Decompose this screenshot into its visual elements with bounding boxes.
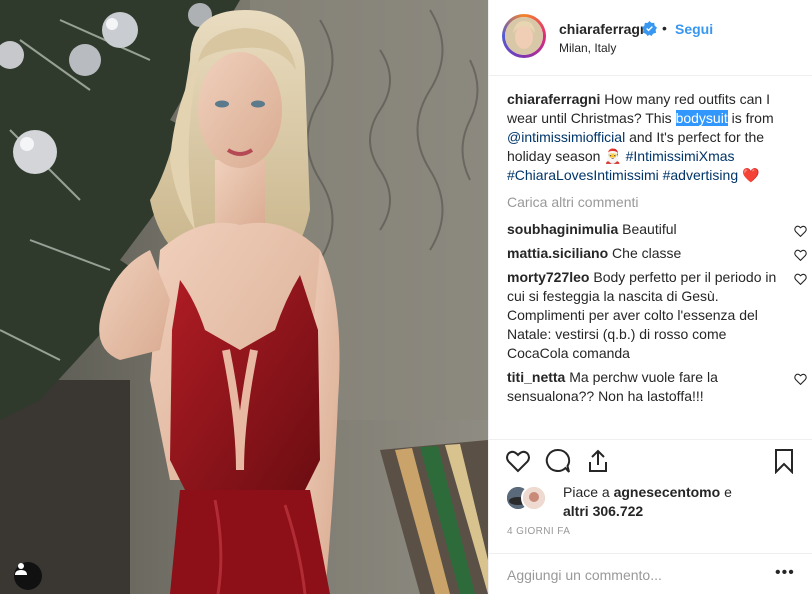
avatar-image [505,17,543,55]
likes-section: Piace a agnesecentomo e altri 306.722 [489,479,812,519]
add-comment-bar: ••• [489,553,812,594]
caption-mention-link[interactable]: @intimissimiofficial [507,129,625,145]
location-link[interactable]: Milan, Italy [559,41,616,55]
comment-heart-icon[interactable] [794,273,807,285]
hashtag-link[interactable]: #advertising [663,167,739,183]
comments-section: chiaraferragni How many red outfits can … [489,76,812,439]
post-header: chiaraferragni • Segui Milan, Italy [489,0,812,76]
likes-prefix: Piace a [563,484,614,500]
comment-username[interactable]: mattia.siciliano [507,245,608,261]
comment-text: Che classe [608,245,682,261]
comment-username[interactable]: morty727leo [507,269,589,285]
comment-heart-icon[interactable] [794,225,807,237]
comment-item: mattia.siciliano Che classe [507,244,807,263]
caption-username[interactable]: chiaraferragni [507,91,600,107]
comment-item: morty727leo Body perfetto per il periodo… [507,268,807,363]
comment-item: titi_netta Ma perchw vuole fare la sensu… [507,368,807,406]
liker-username-link[interactable]: agnesecentomo [614,484,721,500]
avatar[interactable] [502,14,546,58]
load-more-comments-button[interactable]: Carica altri commenti [507,193,787,212]
hashtag-link[interactable]: #IntimissimiXmas [626,148,735,164]
comment-bubble-icon[interactable] [545,448,571,474]
post-photo[interactable] [0,0,488,594]
separator-dot: • [662,20,667,36]
comment-username[interactable]: titi_netta [507,369,565,385]
post-sidebar: chiaraferragni • Segui Milan, Italy chia… [488,0,812,594]
share-icon[interactable] [585,448,611,474]
more-options-button[interactable]: ••• [775,564,795,582]
post-caption: chiaraferragni How many red outfits can … [507,90,787,185]
comment-input[interactable] [505,564,759,586]
likes-text: Piace a agnesecentomo e altri 306.722 [563,483,732,521]
post-actions-bar [489,439,812,479]
likes-middle: e [720,484,732,500]
follow-button[interactable]: Segui [675,21,713,37]
person-icon [15,563,27,575]
liker-avatar[interactable] [521,485,547,511]
username-link[interactable]: chiaraferragni [559,21,652,37]
comment-item: soubhaginimulia Beautiful [507,220,807,239]
caption-text-2: is from [727,110,774,126]
comment-username[interactable]: soubhaginimulia [507,221,618,237]
caption-highlighted-word: bodysuit [675,110,728,126]
hashtag-link[interactable]: #ChiaraLovesIntimissimi [507,167,659,183]
comment-text: Beautiful [618,221,677,237]
likes-count-link[interactable]: altri 306.722 [563,503,643,519]
comment-heart-icon[interactable] [794,249,807,261]
verified-badge-icon [642,21,657,36]
photo-image [0,0,488,594]
post-timestamp[interactable]: 4 GIORNI FA [507,526,570,537]
heart-emoji: ❤️ [742,167,760,183]
heart-icon[interactable] [505,448,531,474]
bookmark-icon[interactable] [771,448,797,474]
comment-heart-icon[interactable] [794,373,807,385]
tagged-user-button[interactable] [14,562,42,590]
